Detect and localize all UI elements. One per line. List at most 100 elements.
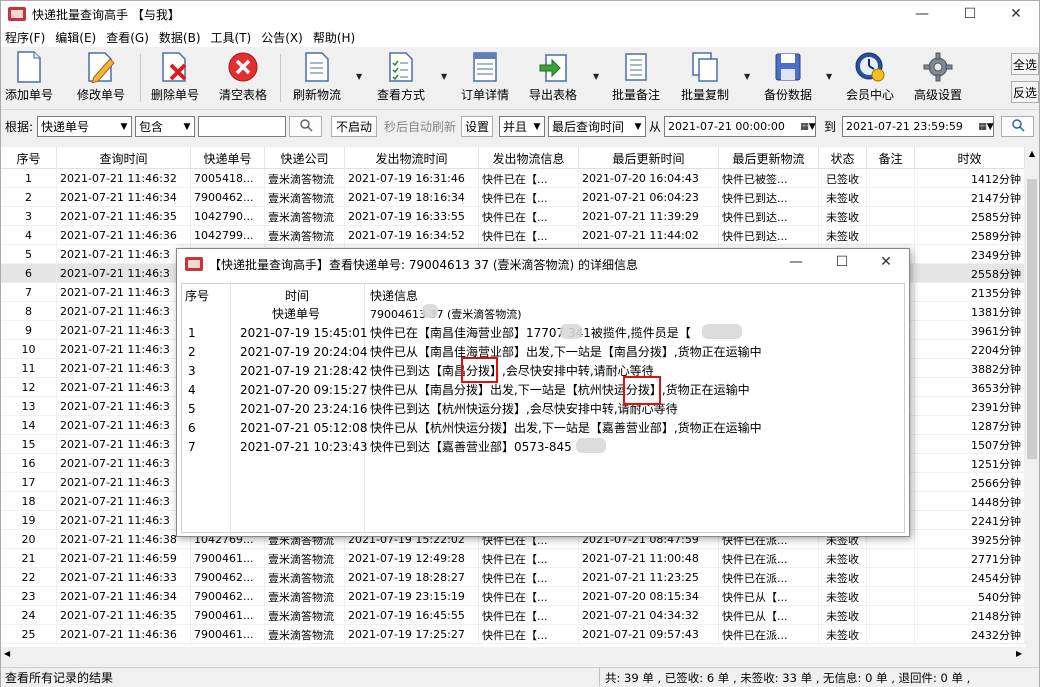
export-dropdown-icon[interactable]: ▼: [593, 72, 599, 81]
column-header[interactable]: 发出物流时间: [345, 147, 479, 169]
view-dropdown-icon[interactable]: ▼: [441, 72, 447, 81]
cell-d: 2589分钟: [915, 226, 1025, 245]
horizontal-scrollbar[interactable]: ◀ ▶: [1, 647, 1039, 664]
table-row[interactable]: 24 2021-07-21 11:46:35 7900461... 壹米滴答物流 202…: [1, 606, 1025, 625]
detail-row[interactable]: 6 2021-07-21 05:12:08 快件已从【杭州快运分拨】出发,下一站是【…: [182, 418, 904, 437]
column-header[interactable]: 备注: [867, 147, 915, 169]
toolbar-separator: [140, 54, 141, 102]
field-select[interactable]: 快递单号 ▼: [37, 116, 132, 137]
batch-note-button[interactable]: 批量备注: [612, 50, 660, 106]
cell-q: 2021-07-21 11:46:3: [57, 492, 191, 511]
cell-r: [867, 587, 915, 606]
cell-no: 1042790...: [191, 207, 265, 226]
table-row[interactable]: 22 2021-07-21 11:46:33 7900462... 壹米滴答物流 202…: [1, 568, 1025, 587]
member-center-button[interactable]: 会员中心: [846, 50, 894, 106]
edit-pencil-icon: [85, 50, 117, 84]
table-row[interactable]: 25 2021-07-21 11:46:36 7900461... 壹米滴答物流 202…: [1, 625, 1025, 644]
column-header[interactable]: 快递单号: [191, 147, 265, 169]
time-field-select[interactable]: 最后查询时间 ▼: [548, 116, 646, 137]
scroll-left-icon[interactable]: ◀: [4, 649, 10, 658]
export-table-button[interactable]: 导出表格: [529, 50, 577, 106]
backup-data-button[interactable]: 备份数据: [764, 50, 812, 106]
select-all-button[interactable]: 全选: [1011, 53, 1039, 75]
table-row[interactable]: 1 2021-07-21 11:46:32 7005418... 壹米滴答物流 2021…: [1, 169, 1025, 188]
column-header[interactable]: 最后更新时间: [579, 147, 719, 169]
menu-data[interactable]: 数据(B): [159, 29, 201, 46]
backup-dropdown-icon[interactable]: ▼: [826, 72, 832, 81]
cell-q: 2021-07-21 11:46:3: [57, 378, 191, 397]
table-row[interactable]: 23 2021-07-21 11:46:34 7900462... 壹米滴答物流 202…: [1, 587, 1025, 606]
redaction-mark: [560, 324, 582, 339]
menu-program[interactable]: 程序(F): [5, 29, 45, 46]
auto-refresh-toggle[interactable]: 不启动: [331, 116, 377, 137]
menu-edit[interactable]: 编辑(E): [55, 29, 96, 46]
dialog-close-icon[interactable]: ✕: [863, 249, 909, 275]
minimize-icon[interactable]: —: [899, 1, 945, 27]
scroll-up-icon[interactable]: ▲: [1026, 149, 1038, 161]
menu-tools[interactable]: 工具(T): [211, 29, 252, 46]
date-search-button[interactable]: [1001, 116, 1034, 137]
detail-row[interactable]: 1 2021-07-19 15:45:01 快件已在【南昌佳海营业部】17707 3…: [182, 323, 904, 342]
detail-row[interactable]: 5 2021-07-20 23:24:16 快件已到达【杭州快运分拨】,会尽快安排中…: [182, 399, 904, 418]
cell-si: 快件已在【...: [479, 587, 579, 606]
invert-selection-button[interactable]: 反选: [1011, 81, 1039, 103]
scroll-thumb[interactable]: [1027, 179, 1037, 459]
cell-no: 7900462...: [191, 587, 265, 606]
table-row[interactable]: 21 2021-07-21 11:46:59 7900461... 壹米滴答物流 202…: [1, 549, 1025, 568]
vertical-scrollbar[interactable]: ▲: [1025, 147, 1039, 647]
column-header[interactable]: 最后更新物流: [719, 147, 819, 169]
advanced-settings-button[interactable]: 高级设置: [914, 50, 962, 106]
detail-row[interactable]: 7 2021-07-21 10:23:43 快件已到达【嘉善营业部】0573-845: [182, 437, 904, 456]
match-select[interactable]: 包含 ▼: [135, 116, 195, 137]
table-row[interactable]: 3 2021-07-21 11:46:35 1042790... 壹米滴答物流 2021…: [1, 207, 1025, 226]
search-input[interactable]: [198, 116, 286, 137]
column-header[interactable]: 快递公司: [265, 147, 345, 169]
cell-s: 未签收: [819, 587, 867, 606]
close-icon[interactable]: ✕: [993, 1, 1039, 27]
view-mode-button[interactable]: 查看方式: [377, 50, 425, 106]
delete-number-button[interactable]: 删除单号: [151, 50, 199, 106]
cell-li: 快件已从【...: [719, 587, 819, 606]
maximize-icon[interactable]: ☐: [947, 1, 993, 27]
cell-lt: 2021-07-20 16:04:43: [579, 169, 719, 188]
menu-view[interactable]: 查看(G): [106, 29, 149, 46]
dialog-maximize-icon[interactable]: ☐: [819, 249, 865, 275]
edit-number-button[interactable]: 修改单号: [77, 50, 125, 106]
menu-help[interactable]: 帮助(H): [313, 29, 355, 46]
from-datetime-picker[interactable]: 2021-07-21 00:00:00 ▦▼: [664, 116, 816, 137]
cell-si: 快件已在【...: [479, 207, 579, 226]
add-number-button[interactable]: 添加单号: [5, 50, 53, 106]
detail-row[interactable]: 3 2021-07-19 21:28:42 快件已到达【南昌分拨】,会尽快安排中转,…: [182, 361, 904, 380]
table-row[interactable]: 2 2021-07-21 11:46:34 7900462... 壹米滴答物流 2021…: [1, 188, 1025, 207]
cell-s: 未签收: [819, 606, 867, 625]
cell-n: 1: [1, 169, 57, 188]
cell-d: 3961分钟: [915, 321, 1025, 340]
column-header[interactable]: 序号: [1, 147, 57, 169]
column-header[interactable]: 查询时间: [57, 147, 191, 169]
column-header[interactable]: 发出物流信息: [479, 147, 579, 169]
chevron-down-icon: ▼: [634, 121, 642, 132]
cell-no: 7900461...: [191, 606, 265, 625]
logic-select[interactable]: 并且 ▼: [499, 116, 545, 137]
column-header[interactable]: 状态: [819, 147, 867, 169]
table-row[interactable]: 4 2021-07-21 11:46:36 1042799... 壹米滴答物流 2021…: [1, 226, 1025, 245]
copy-dropdown-icon[interactable]: ▼: [744, 72, 750, 81]
batch-copy-button[interactable]: 批量复制: [681, 50, 729, 106]
column-header[interactable]: 时效: [915, 147, 1025, 169]
cell-co: 壹米滴答物流: [265, 587, 345, 606]
cell-d: 2585分钟: [915, 207, 1025, 226]
detail-row[interactable]: 2 2021-07-19 20:24:04 快件已从【南昌佳海营业部】出发,下一站是…: [182, 342, 904, 361]
detail-row[interactable]: 4 2021-07-20 09:15:27 快件已从【南昌分拨】出发,下一站是【杭州…: [182, 380, 904, 399]
menu-notice[interactable]: 公告(X): [261, 29, 303, 46]
refresh-logistics-button[interactable]: 刷新物流: [293, 50, 341, 106]
set-button[interactable]: 设置: [461, 116, 493, 137]
cell-si: 快件已在【...: [479, 169, 579, 188]
search-button[interactable]: [289, 116, 322, 137]
order-detail-button[interactable]: 订单详情: [461, 50, 509, 106]
refresh-dropdown-icon[interactable]: ▼: [356, 72, 362, 81]
clear-table-button[interactable]: 清空表格: [219, 50, 267, 106]
cell-d: 2147分钟: [915, 188, 1025, 207]
dialog-minimize-icon[interactable]: —: [773, 249, 819, 275]
to-datetime-picker[interactable]: 2021-07-21 23:59:59 ▦▼: [842, 116, 994, 137]
scroll-right-icon[interactable]: ▶: [1016, 649, 1022, 658]
